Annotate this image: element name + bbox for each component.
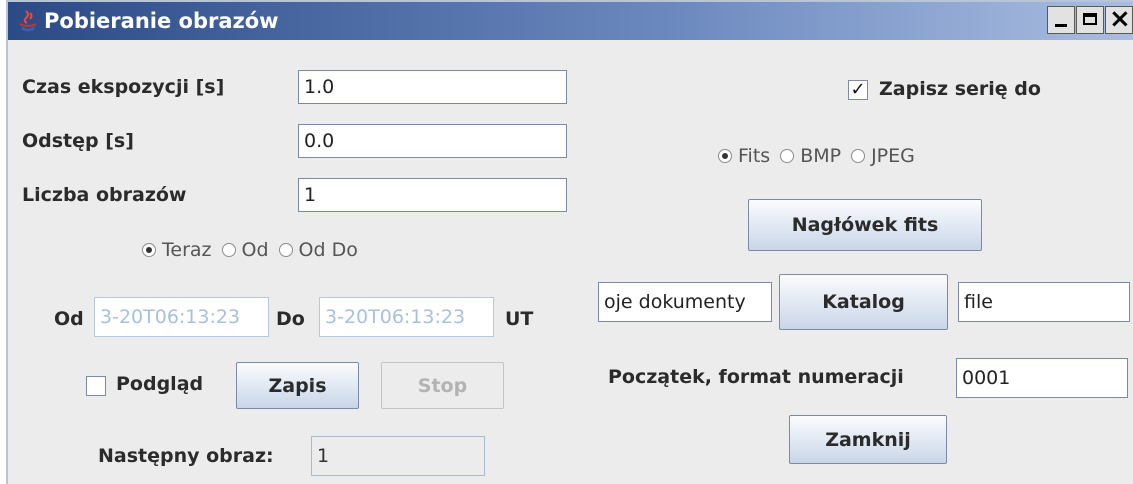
minimize-button[interactable]	[1047, 6, 1075, 34]
window-title: Pobieranie obrazów	[44, 9, 279, 33]
radio-now-label: Teraz	[162, 239, 212, 261]
from-label: Od	[54, 308, 84, 330]
radio-fits-label: Fits	[738, 145, 771, 167]
java-coffee-icon	[19, 10, 37, 32]
to-label: Do	[276, 308, 305, 330]
maximize-button[interactable]	[1076, 6, 1104, 34]
radio-bmp-label: BMP	[800, 145, 842, 167]
exposure-input[interactable]: 1.0	[298, 70, 567, 104]
directory-input[interactable]: oje dokumenty	[598, 282, 772, 322]
minimize-icon	[1055, 24, 1067, 27]
close-icon: ×	[1109, 4, 1131, 34]
close-window-button[interactable]: ×	[1105, 4, 1133, 34]
numbering-input[interactable]: 0001	[956, 358, 1128, 398]
preview-checkbox[interactable]	[86, 376, 106, 396]
radio-from-to[interactable]	[278, 243, 293, 257]
timing-radio-group: Teraz Od Od Do	[142, 239, 358, 261]
radio-from-to-label: Od Do	[298, 239, 358, 261]
radio-fits[interactable]	[718, 149, 732, 163]
stop-button[interactable]: Stop	[381, 362, 504, 409]
radio-bmp[interactable]	[780, 149, 795, 163]
from-datetime-input[interactable]: 3-20T06:13:23	[94, 297, 269, 337]
filename-input[interactable]: file	[958, 282, 1130, 322]
interval-label: Odstęp [s]	[22, 130, 134, 152]
fits-header-button[interactable]: Nagłówek fits	[748, 199, 982, 251]
save-series-checkbox[interactable]: ✓	[848, 80, 868, 100]
save-button[interactable]: Zapis	[236, 362, 359, 409]
radio-jpeg-label: JPEG	[871, 145, 915, 167]
catalog-button[interactable]: Katalog	[779, 274, 948, 330]
numbering-label: Początek, format numeracji	[608, 366, 904, 388]
close-button[interactable]: Zamknij	[789, 415, 947, 464]
maximize-icon	[1083, 13, 1097, 25]
exposure-label: Czas ekspozycji [s]	[22, 76, 225, 98]
interval-input[interactable]: 0.0	[298, 124, 567, 158]
radio-from-label: Od	[241, 239, 269, 261]
title-bar[interactable]: Pobieranie obrazów ×	[8, 2, 1133, 40]
radio-now[interactable]	[142, 243, 156, 257]
image-count-input[interactable]: 1	[298, 178, 567, 212]
download-images-window: Pobieranie obrazów × Czas ekspozycji [s]…	[6, 0, 1133, 484]
image-count-label: Liczba obrazów	[22, 184, 187, 206]
next-image-label: Następny obraz:	[98, 445, 274, 467]
format-radio-group: Fits BMP JPEG	[718, 145, 915, 167]
radio-jpeg[interactable]	[851, 149, 866, 163]
preview-label: Podgląd	[116, 373, 204, 395]
save-series-label: Zapisz serię do	[879, 78, 1041, 100]
next-image-input: 1	[311, 436, 485, 476]
radio-from[interactable]	[221, 243, 236, 257]
ut-label: UT	[505, 308, 534, 330]
to-datetime-input[interactable]: 3-20T06:13:23	[319, 297, 494, 337]
